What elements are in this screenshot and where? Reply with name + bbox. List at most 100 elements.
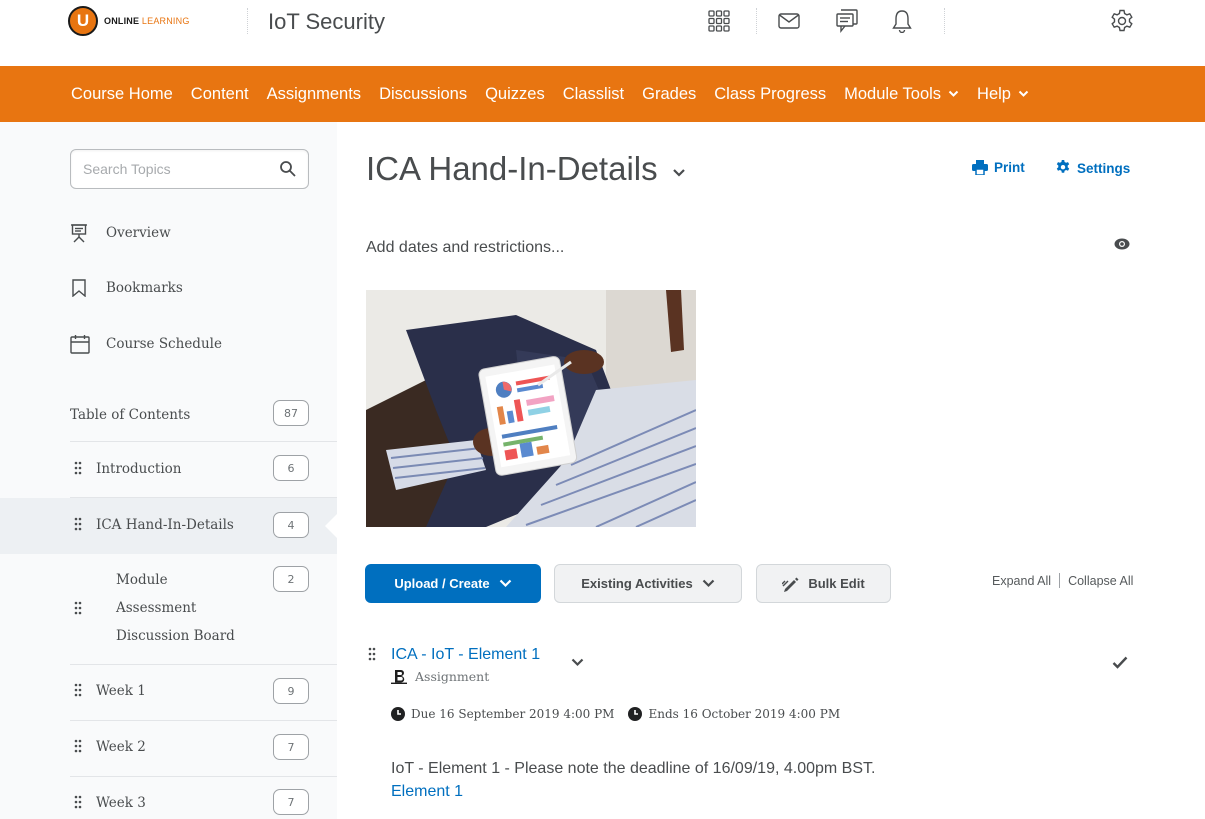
module-label: Week 3	[96, 795, 146, 811]
count-badge: 2	[273, 566, 309, 592]
nav-help-label: Help	[977, 84, 1011, 103]
module-label-line: Assessment	[116, 600, 197, 616]
drag-handle-icon[interactable]	[74, 739, 82, 753]
course-title[interactable]: IoT Security	[268, 9, 385, 35]
activity-title-link[interactable]: ICA - IoT - Element 1	[391, 646, 540, 664]
header-divider	[247, 8, 248, 34]
chevron-down-icon[interactable]	[571, 658, 584, 667]
drag-handle-icon[interactable]	[74, 795, 82, 809]
drag-handle-icon[interactable]	[74, 517, 82, 531]
bulk-edit-button[interactable]: Bulk Edit	[756, 564, 891, 603]
sidebar-link-label: Overview	[106, 225, 171, 241]
logo-text-secondary: LEARNING	[141, 16, 190, 26]
nav-assignments[interactable]: Assignments	[267, 85, 361, 104]
expand-collapse-controls: Expand All Collapse All	[992, 573, 1133, 588]
module-image	[366, 290, 696, 527]
count-badge: 4	[273, 512, 309, 538]
sidebar-link-bookmarks[interactable]: Bookmarks	[70, 279, 183, 297]
visibility-eye-icon[interactable]	[1114, 238, 1130, 250]
module-item-introduction[interactable]: Introduction 6	[0, 442, 337, 497]
toc-label: Table of Contents	[70, 407, 191, 423]
presentation-icon	[71, 224, 87, 243]
count-badge: 7	[273, 789, 309, 815]
settings-button[interactable]: Settings	[1055, 160, 1130, 176]
assignment-icon	[391, 669, 407, 684]
checkmark-icon	[1112, 656, 1128, 669]
module-label-line: Discussion Board	[116, 628, 235, 644]
gear-icon[interactable]	[1107, 6, 1137, 36]
collapse-all-link[interactable]: Collapse All	[1068, 574, 1133, 588]
count-badge: 9	[273, 678, 309, 704]
bulk-edit-label: Bulk Edit	[808, 576, 865, 591]
printer-icon	[972, 160, 988, 175]
search-input[interactable]	[83, 159, 273, 179]
nav-course-home[interactable]: Course Home	[71, 85, 173, 104]
nav-help[interactable]: Help	[977, 85, 1029, 104]
bookmark-icon	[72, 279, 86, 297]
calendar-icon	[70, 335, 90, 354]
sidebar-link-overview[interactable]: Overview	[70, 223, 171, 243]
sidebar-link-course-schedule[interactable]: Course Schedule	[70, 334, 222, 354]
notification-bell-icon[interactable]	[887, 6, 917, 36]
nav-classlist[interactable]: Classlist	[563, 85, 624, 104]
print-label: Print	[994, 160, 1025, 175]
clock-icon	[391, 707, 405, 721]
nav-module-tools-label: Module Tools	[844, 84, 942, 103]
sidebar-link-label: Bookmarks	[106, 280, 183, 296]
chat-icon[interactable]	[832, 6, 862, 36]
add-dates-restrictions-link[interactable]: Add dates and restrictions...	[366, 239, 564, 257]
module-item-week-2[interactable]: Week 2 7	[0, 721, 337, 776]
drag-handle-icon[interactable]	[74, 683, 82, 697]
logo-mark: U	[68, 6, 98, 36]
count-badge: 7	[273, 734, 309, 760]
module-label: Week 2	[96, 739, 146, 755]
module-label: ICA Hand-In-Details	[96, 517, 234, 533]
activity-type-label: Assignment	[415, 669, 490, 684]
divider	[1059, 573, 1061, 588]
nav-content[interactable]: Content	[191, 85, 249, 104]
drag-handle-icon[interactable]	[74, 601, 82, 615]
module-item-ica-hand-in-details[interactable]: ICA Hand-In-Details 4	[0, 498, 337, 554]
existing-activities-button[interactable]: Existing Activities	[554, 564, 742, 603]
element-link[interactable]: Element 1	[391, 783, 463, 801]
print-button[interactable]: Print	[972, 160, 1025, 175]
module-item-week-1[interactable]: Week 1 9	[0, 665, 337, 720]
end-date: Ends 16 October 2019 4:00 PM	[648, 707, 841, 721]
course-selector-grid-icon[interactable]	[704, 6, 734, 36]
module-label-line: Module	[116, 572, 168, 588]
mail-icon[interactable]	[774, 6, 804, 36]
nav-items: Course Home Content Assignments Discussi…	[71, 66, 1047, 122]
drag-handle-icon[interactable]	[74, 461, 82, 475]
chevron-down-icon[interactable]	[672, 168, 686, 178]
chevron-down-icon	[702, 579, 715, 588]
header-divider	[944, 8, 945, 34]
nav-class-progress[interactable]: Class Progress	[714, 85, 826, 104]
top-header: U ONLINE LEARNING IoT Security	[0, 0, 1205, 66]
module-label: Week 1	[96, 683, 146, 699]
search-icon[interactable]	[279, 160, 297, 178]
module-item-week-3[interactable]: Week 3 7	[0, 777, 337, 819]
table-of-contents-row[interactable]: Table of Contents 87	[0, 397, 337, 437]
nav-discussions[interactable]: Discussions	[379, 85, 467, 104]
logo[interactable]: U ONLINE LEARNING	[68, 6, 190, 36]
pencil-icon	[782, 577, 799, 592]
due-date: Due 16 September 2019 4:00 PM	[411, 707, 615, 721]
sidebar-link-label: Course Schedule	[106, 336, 222, 352]
drag-handle-icon[interactable]	[368, 647, 376, 661]
course-navbar: Course Home Content Assignments Discussi…	[0, 66, 1205, 122]
module-item-module-assessment-discussion-board[interactable]: Module Assessment Discussion Board 2	[0, 554, 337, 664]
nav-grades[interactable]: Grades	[642, 85, 696, 104]
header-divider	[756, 8, 757, 34]
page-title-text: ICA Hand-In-Details	[366, 150, 658, 187]
upload-create-label: Upload / Create	[394, 576, 490, 591]
chevron-down-icon	[948, 90, 959, 97]
page-title: ICA Hand-In-Details	[366, 150, 686, 188]
logo-text: ONLINE LEARNING	[104, 16, 190, 26]
activity-type: Assignment	[391, 669, 489, 684]
nav-quizzes[interactable]: Quizzes	[485, 85, 545, 104]
nav-module-tools[interactable]: Module Tools	[844, 85, 959, 104]
activity-dates: Due 16 September 2019 4:00 PM Ends 16 Oc…	[391, 707, 840, 721]
expand-all-link[interactable]: Expand All	[992, 574, 1051, 588]
upload-create-button[interactable]: Upload / Create	[365, 564, 541, 603]
gear-icon	[1056, 160, 1070, 173]
